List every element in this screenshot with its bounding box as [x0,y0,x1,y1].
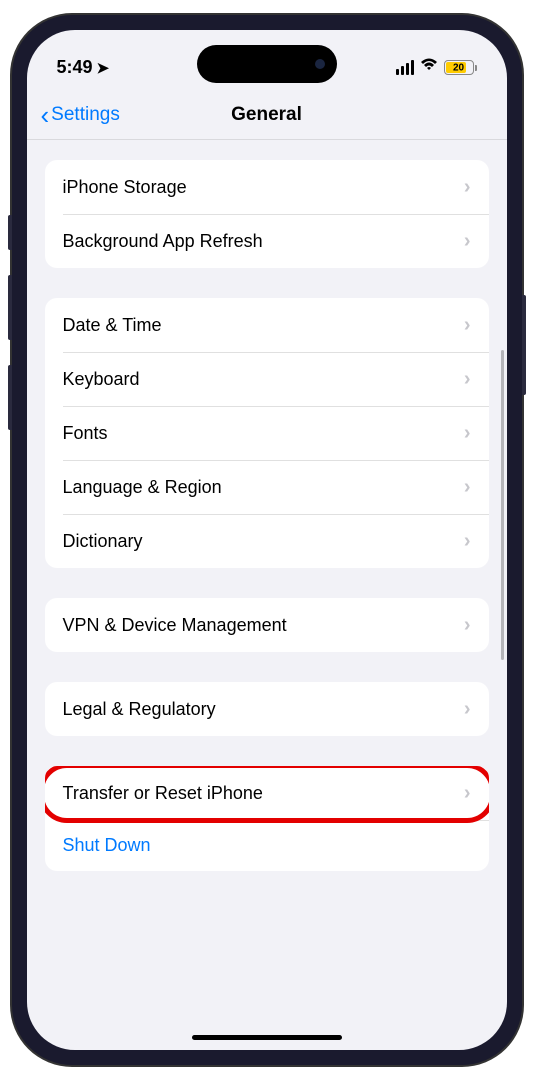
chevron-right-icon: › [464,530,471,553]
row-label: Date & Time [63,315,162,336]
chevron-left-icon: ‹ [41,102,50,128]
dynamic-island [197,45,337,83]
row-transfer-reset[interactable]: Transfer or Reset iPhone › [45,766,489,820]
row-label: Transfer or Reset iPhone [63,783,263,804]
back-button[interactable]: ‹ Settings [41,102,120,128]
row-background-refresh[interactable]: Background App Refresh › [45,214,489,268]
screen: 5:49 ➤ 20 [27,30,507,1050]
chevron-right-icon: › [464,230,471,253]
row-keyboard[interactable]: Keyboard › [45,352,489,406]
settings-group-storage: iPhone Storage › Background App Refresh … [45,160,489,268]
settings-group-legal: Legal & Regulatory › [45,682,489,736]
content-area[interactable]: iPhone Storage › Background App Refresh … [27,140,507,1020]
settings-group-vpn: VPN & Device Management › [45,598,489,652]
location-icon: ➤ [97,59,110,77]
settings-group-reset: Transfer or Reset iPhone › Shut Down [45,766,489,871]
row-language-region[interactable]: Language & Region › [45,460,489,514]
chevron-right-icon: › [464,368,471,391]
chevron-right-icon: › [464,176,471,199]
right-buttons [522,295,526,395]
battery-percent: 20 [453,62,464,73]
chevron-right-icon: › [464,614,471,637]
page-title: General [231,104,302,126]
row-vpn-device-management[interactable]: VPN & Device Management › [45,598,489,652]
row-fonts[interactable]: Fonts › [45,406,489,460]
phone-frame: 5:49 ➤ 20 [12,15,522,1065]
row-label: Language & Region [63,477,222,498]
status-right: 20 [396,58,477,77]
status-left: 5:49 ➤ [57,57,110,78]
chevron-right-icon: › [464,782,471,805]
nav-bar: ‹ Settings General [27,90,507,140]
chevron-right-icon: › [464,698,471,721]
row-date-time[interactable]: Date & Time › [45,298,489,352]
row-label: VPN & Device Management [63,615,287,636]
home-indicator[interactable] [192,1035,342,1040]
settings-group-system: Date & Time › Keyboard › Fonts › Languag… [45,298,489,568]
row-label: Keyboard [63,369,140,390]
row-shut-down[interactable]: Shut Down [45,820,489,871]
left-buttons [8,215,12,455]
wifi-icon [420,58,438,77]
row-label: Dictionary [63,531,143,552]
row-label: Fonts [63,423,108,444]
row-label: Background App Refresh [63,231,263,252]
time-label: 5:49 [57,57,93,78]
shut-down-label: Shut Down [63,835,151,855]
row-label: iPhone Storage [63,177,187,198]
row-legal-regulatory[interactable]: Legal & Regulatory › [45,682,489,736]
chevron-right-icon: › [464,422,471,445]
cellular-signal-icon [396,60,414,75]
battery-icon: 20 [444,60,477,75]
chevron-right-icon: › [464,314,471,337]
back-label: Settings [51,104,120,126]
chevron-right-icon: › [464,476,471,499]
row-dictionary[interactable]: Dictionary › [45,514,489,568]
row-label: Legal & Regulatory [63,699,216,720]
row-iphone-storage[interactable]: iPhone Storage › [45,160,489,214]
scroll-indicator[interactable] [501,350,504,660]
